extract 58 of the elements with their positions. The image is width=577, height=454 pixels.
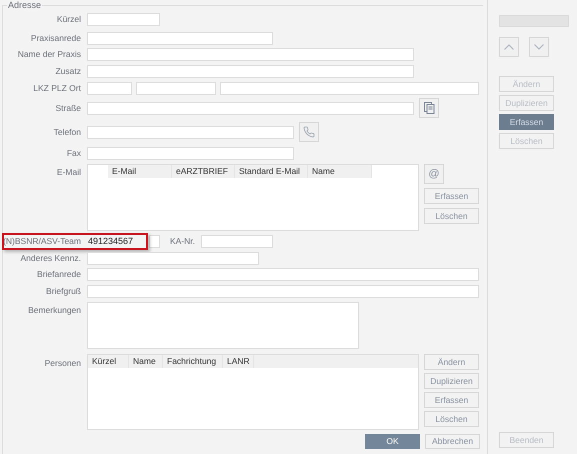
- field-label: Praxisanrede: [30, 32, 81, 45]
- input-field[interactable]: [87, 146, 294, 160]
- field-label: Briefgruß: [46, 285, 81, 298]
- action-button[interactable]: Duplizieren: [424, 373, 479, 389]
- column-header[interactable]: Kürzel: [88, 355, 129, 368]
- side-button[interactable]: Erfassen: [499, 114, 554, 130]
- at-button[interactable]: @: [424, 164, 444, 184]
- chevron-up-icon: [504, 44, 514, 50]
- field-label: Anderes Kennz.: [20, 252, 81, 265]
- down-arrow-button[interactable]: [529, 37, 549, 57]
- input-field[interactable]: [87, 102, 414, 114]
- action-button[interactable]: Löschen: [424, 208, 479, 224]
- input-field[interactable]: [87, 48, 414, 61]
- column-header[interactable]: eARZTBRIEF: [172, 165, 235, 178]
- input-field[interactable]: [149, 235, 160, 248]
- disabled-field: [499, 15, 569, 27]
- field-label: Personen: [44, 357, 81, 370]
- field-label: LKZ PLZ Ort: [33, 82, 81, 95]
- field-label: Fax: [66, 146, 81, 160]
- action-button[interactable]: Löschen: [424, 411, 479, 427]
- input-field[interactable]: [136, 82, 216, 95]
- column-header[interactable]: Name: [308, 165, 372, 178]
- input-field[interactable]: [220, 82, 479, 95]
- chevron-down-icon: [534, 44, 544, 50]
- column-header[interactable]: Name: [129, 355, 163, 368]
- field-label: KA-Nr.: [170, 235, 196, 248]
- field-label: Bemerkungen: [28, 304, 81, 317]
- cancel-button[interactable]: Abbrechen: [425, 434, 480, 449]
- column-header[interactable]: E-Mail: [108, 165, 172, 178]
- field-label: Zusatz: [55, 65, 81, 78]
- ok-button[interactable]: OK: [365, 434, 420, 449]
- group-title: Adresse: [7, 0, 42, 11]
- input-field[interactable]: [201, 235, 274, 248]
- input-field[interactable]: [87, 13, 160, 26]
- field-label: (N)BSNR/ASV-Team: [3, 235, 81, 248]
- action-button[interactable]: Erfassen: [424, 392, 479, 408]
- column-header[interactable]: Fachrichtung: [163, 355, 223, 368]
- input-field[interactable]: [87, 82, 132, 95]
- field-label: Briefanrede: [37, 268, 81, 281]
- phone-icon[interactable]: [299, 122, 319, 142]
- action-button[interactable]: Ändern: [424, 354, 479, 370]
- field-label: Straße: [55, 102, 81, 114]
- input-field[interactable]: [87, 65, 414, 78]
- input-field[interactable]: [87, 32, 273, 45]
- field-label: Kürzel: [56, 13, 81, 26]
- column-header[interactable]: Standard E-Mail: [235, 165, 308, 178]
- notes-field[interactable]: [87, 302, 359, 349]
- up-arrow-button[interactable]: [499, 37, 519, 57]
- field-label: E-Mail: [56, 166, 81, 179]
- input-field[interactable]: [87, 285, 479, 298]
- field-label: Telefon: [54, 126, 81, 138]
- field-label: Name der Praxis: [18, 48, 81, 61]
- document-icon[interactable]: [419, 98, 439, 118]
- input-field[interactable]: [87, 268, 479, 281]
- input-field[interactable]: [87, 126, 294, 138]
- input-field[interactable]: [87, 252, 259, 265]
- action-button[interactable]: Erfassen: [424, 188, 479, 204]
- column-header[interactable]: LANR: [223, 355, 254, 368]
